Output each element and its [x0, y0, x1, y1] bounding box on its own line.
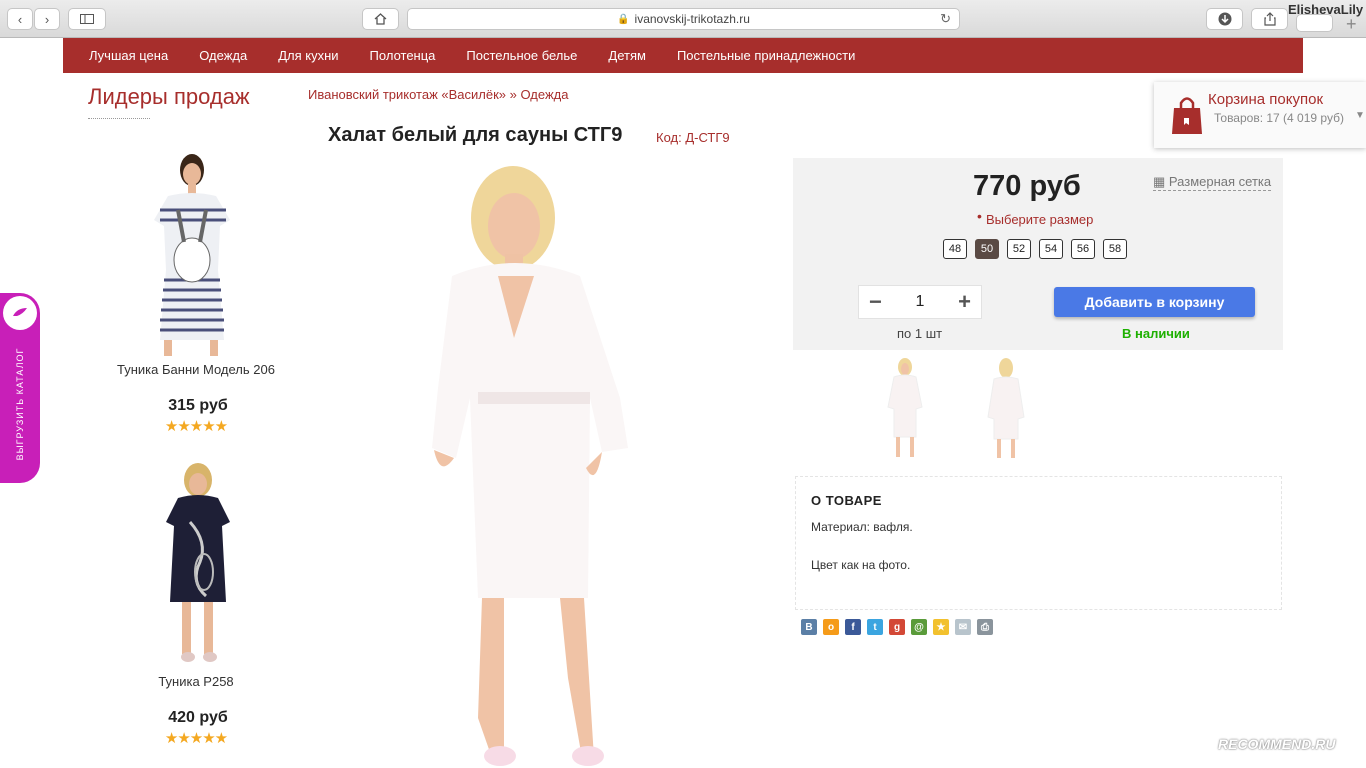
product-price: 420 руб	[168, 709, 228, 726]
rating-stars: ★★★★★	[164, 730, 228, 747]
nav-item-clothing[interactable]: Одежда	[199, 48, 247, 63]
catalog-icon	[3, 296, 37, 330]
nav-item-kitchen[interactable]: Для кухни	[278, 48, 338, 63]
product-description: О ТОВАРЕ Материал: вафля. Цвет как на фо…	[795, 476, 1282, 610]
size-option-selected[interactable]: 50	[975, 239, 999, 259]
main-navigation: Лучшая цена Одежда Для кухни Полотенца П…	[63, 38, 1303, 73]
chevron-down-icon[interactable]: ▼	[1355, 110, 1365, 121]
product-name[interactable]: Туника Банни Модель 206	[86, 362, 306, 377]
product-name[interactable]: Туника Р258	[86, 674, 306, 689]
mail-ru-icon[interactable]: @	[911, 619, 927, 635]
product-code: Код: Д-СТГ9	[656, 130, 730, 145]
google-plus-icon[interactable]: g	[889, 619, 905, 635]
color-text: Цвет как на фото.	[811, 558, 911, 572]
facebook-icon[interactable]: f	[845, 619, 861, 635]
size-option[interactable]: 58	[1103, 239, 1127, 259]
quantity-value[interactable]: 1	[916, 293, 925, 311]
bookmark-star-icon[interactable]: ★	[933, 619, 949, 635]
address-bar[interactable]: 🔒 ivanovskij-trikotazh.ru ↻	[407, 8, 960, 30]
per-unit-label: по 1 шт	[897, 326, 943, 341]
plus-icon[interactable]: +	[958, 289, 971, 315]
download-icon[interactable]	[1206, 8, 1243, 30]
size-option[interactable]: 56	[1071, 239, 1095, 259]
shopping-cart[interactable]: Корзина покупок Товаров: 17 (4 019 руб) …	[1154, 82, 1366, 148]
stock-status: В наличии	[1122, 326, 1190, 341]
reload-icon[interactable]: ↻	[940, 11, 951, 27]
sidebar-title-underline	[88, 118, 150, 119]
nav-item-kids[interactable]: Детям	[608, 48, 646, 63]
twitter-icon[interactable]: t	[867, 619, 883, 635]
required-dot-icon: •	[977, 208, 982, 224]
share-icon[interactable]	[1251, 8, 1288, 30]
about-title: О ТОВАРЕ	[811, 493, 882, 508]
size-chart-link[interactable]: ▦ Размерная сетка	[1153, 174, 1272, 191]
choose-size-label: • Выберите размер	[977, 208, 1094, 227]
material-text: Материал: вафля.	[811, 520, 913, 534]
sidebar-title: Лидеры продаж	[88, 84, 250, 109]
new-tab-icon[interactable]: +	[1346, 14, 1357, 35]
shopping-bag-icon	[1172, 97, 1202, 134]
product-title: Халат белый для сауны СТГ9	[328, 124, 623, 146]
product-thumbnail-front[interactable]	[878, 357, 934, 461]
url-text: ivanovskij-trikotazh.ru	[634, 12, 750, 26]
email-icon[interactable]: ✉	[955, 619, 971, 635]
breadcrumb[interactable]: Ивановский трикотаж «Василёк» » Одежда	[308, 87, 568, 102]
tabs-icon[interactable]	[1296, 14, 1333, 32]
browser-toolbar: ‹ › 🔒 ivanovskij-trikotazh.ru ↻ Elisheva…	[0, 0, 1366, 38]
product-main-image[interactable]	[320, 158, 760, 768]
lock-icon: 🔒	[617, 13, 630, 25]
cart-title: Корзина покупок	[1208, 91, 1324, 108]
sidebar-toggle-icon[interactable]	[68, 8, 106, 30]
nav-item-bed-accessories[interactable]: Постельные принадлежности	[677, 48, 855, 63]
home-icon[interactable]	[362, 8, 399, 30]
product-image-tunic-bunny[interactable]	[148, 150, 238, 356]
product-price: 770 руб	[973, 170, 1081, 202]
product-image-tunic-r258[interactable]	[160, 462, 240, 664]
forward-button[interactable]: ›	[34, 8, 60, 30]
rating-stars: ★★★★★	[164, 418, 228, 435]
size-option[interactable]: 54	[1039, 239, 1063, 259]
back-button[interactable]: ‹	[7, 8, 33, 30]
product-price: 315 руб	[168, 397, 228, 414]
table-icon: ▦	[1153, 174, 1169, 189]
add-to-cart-button[interactable]: Добавить в корзину	[1054, 287, 1255, 317]
product-thumbnail-back[interactable]	[978, 357, 1034, 461]
purchase-panel: 770 руб ▦ Размерная сетка • Выберите раз…	[793, 158, 1283, 350]
nav-item-bedding[interactable]: Постельное белье	[466, 48, 577, 63]
odnoklassniki-icon[interactable]: o	[823, 619, 839, 635]
print-icon[interactable]: ⎙	[977, 619, 993, 635]
size-selector: 48 50 52 54 56 58	[943, 239, 1135, 259]
choose-size-text: Выберите размер	[986, 212, 1094, 227]
nav-item-towels[interactable]: Полотенца	[370, 48, 436, 63]
watermark: RECOMMEND.RU	[1218, 736, 1336, 752]
social-share-bar: B o f t g @ ★ ✉ ⎙	[801, 619, 999, 635]
nav-item-best-price[interactable]: Лучшая цена	[89, 48, 168, 63]
download-catalog-label[interactable]: ВЫГРУЗИТЬ КАТАЛОГ	[15, 348, 25, 461]
cart-summary: Товаров: 17 (4 019 руб)	[1214, 111, 1344, 125]
size-option[interactable]: 52	[1007, 239, 1031, 259]
quantity-stepper: − 1 +	[858, 285, 982, 319]
minus-icon[interactable]: −	[869, 289, 882, 315]
size-option[interactable]: 48	[943, 239, 967, 259]
size-chart-label: Размерная сетка	[1168, 174, 1272, 189]
vk-icon[interactable]: B	[801, 619, 817, 635]
